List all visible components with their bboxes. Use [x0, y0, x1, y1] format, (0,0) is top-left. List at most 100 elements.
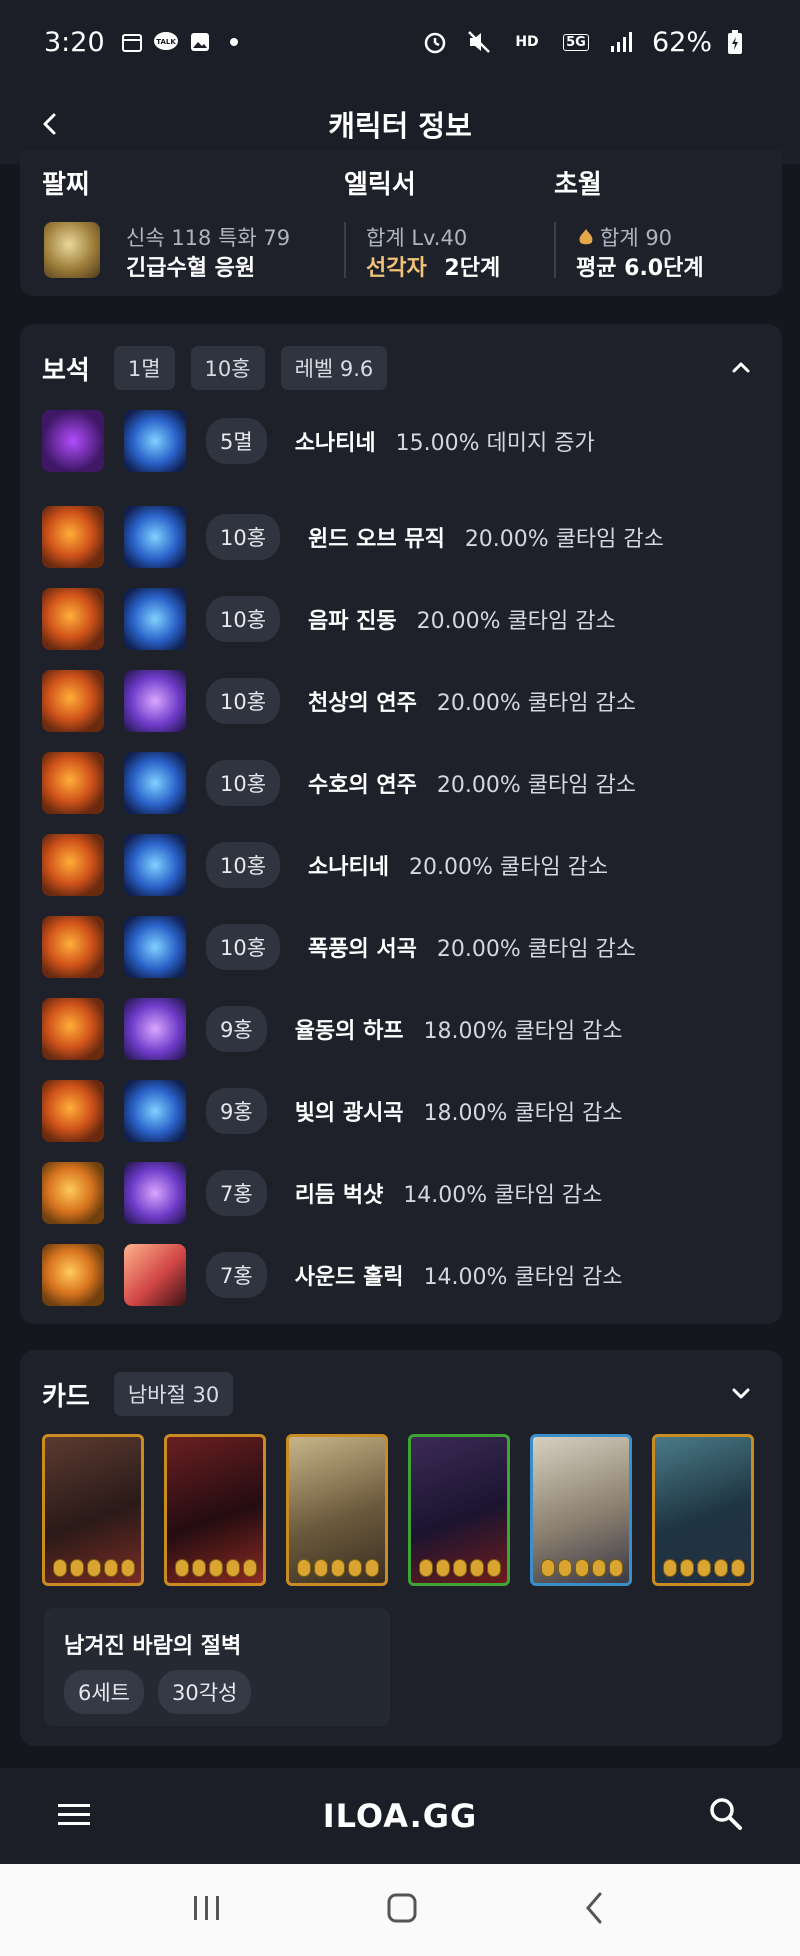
gem-skill-name: 폭풍의 서곡 [308, 937, 417, 962]
battery-percent: 62% [651, 26, 712, 58]
gem-effect: 14.00% 쿨타임 감소 [403, 1183, 603, 1208]
gem-skill-name: 윈드 오브 뮤직 [308, 527, 445, 552]
cooldown-gem-icon [42, 670, 104, 732]
cooldown-gem-icon [42, 1080, 104, 1142]
gem-row[interactable]: 10홍 음파 진동 20.00% 쿨타임 감소 [42, 588, 616, 650]
tarot-card[interactable] [408, 1434, 510, 1586]
gem-row[interactable]: 5멸 소나티네 15.00% 데미지 증가 [42, 410, 595, 472]
recent-apps-button[interactable] [190, 1893, 224, 1927]
gem-level-chip: 7홍 [206, 1170, 267, 1216]
cooldown-gem-icon [42, 506, 104, 568]
equipment-summary-card: 팔찌 엘릭서 초월 신속 118 특화 79 긴급수혈 응원 합계 Lv.40 … [20, 150, 782, 296]
skill-icon [124, 670, 186, 732]
awaken-pip [731, 1559, 745, 1577]
search-button[interactable] [706, 1794, 746, 1834]
battery-icon [722, 29, 748, 55]
gem-level-chip: 10홍 [206, 842, 281, 888]
chevron-down-icon [732, 1388, 750, 1399]
awaken-pip [558, 1559, 572, 1577]
home-icon [387, 1893, 417, 1923]
awaken-pip [575, 1559, 589, 1577]
back-button[interactable] [30, 104, 70, 144]
awaken-pip [453, 1559, 467, 1577]
gem-row[interactable]: 7홍 리듬 벅샷 14.00% 쿨타임 감소 [42, 1162, 602, 1224]
skill-icon [124, 506, 186, 568]
awaken-pip [697, 1559, 711, 1577]
skill-icon [124, 1162, 186, 1224]
gem-row[interactable]: 7홍 사운드 홀릭 14.00% 쿨타임 감소 [42, 1244, 623, 1306]
cooldown-gem-icon [42, 998, 104, 1060]
awaken-pip [663, 1559, 677, 1577]
tarot-card[interactable] [286, 1434, 388, 1586]
tarot-card[interactable] [652, 1434, 754, 1586]
gem-level-chip: 10홍 [206, 514, 281, 560]
gem-level-chip: 10홍 [206, 760, 281, 806]
search-icon [710, 1798, 742, 1830]
gem-skill-name: 리듬 벅샷 [294, 1183, 384, 1208]
skill-icon [124, 1244, 186, 1306]
collapse-button[interactable] [726, 352, 756, 382]
page-title: 캐릭터 정보 [328, 109, 472, 143]
gem-row[interactable]: 9홍 율동의 하프 18.00% 쿨타임 감소 [42, 998, 623, 1060]
status-bar: 3:20 TALK HD 5G 62% [0, 0, 800, 84]
gem-skill-name: 소나티네 [308, 855, 390, 880]
bracelet-effects: 긴급수혈 응원 [126, 256, 256, 281]
gem-skill-name: 율동의 하프 [294, 1019, 404, 1044]
awaken-pip [226, 1559, 240, 1577]
gem-row[interactable]: 10홍 천상의 연주 20.00% 쿨타임 감소 [42, 670, 636, 732]
skill-icon [124, 410, 186, 472]
gem-level-chip: 9홍 [206, 1006, 267, 1052]
awaken-pip [714, 1559, 728, 1577]
card-section-title: 카드 [42, 1381, 90, 1412]
transcend-average: 평균 6.0단계 [576, 256, 704, 281]
gem-row[interactable]: 10홍 윈드 오브 뮤직 20.00% 쿨타임 감소 [42, 506, 664, 568]
cooldown-gem-icon [42, 916, 104, 978]
gem-skill-name: 사운드 홀릭 [294, 1265, 404, 1290]
gem-level-chip: 10홍 [206, 678, 281, 724]
awaken-pip [104, 1559, 118, 1577]
elixir-set-name: 선각자 [366, 256, 427, 281]
gem-level-chip: 7홍 [206, 1252, 267, 1298]
gem-effect: 20.00% 쿨타임 감소 [436, 773, 636, 798]
awaken-pip [297, 1559, 311, 1577]
gem-effect: 14.00% 쿨타임 감소 [423, 1265, 623, 1290]
skill-icon [124, 834, 186, 896]
gem-effect: 20.00% 쿨타임 감소 [436, 691, 636, 716]
cooldown-gem-icon [42, 752, 104, 814]
home-button[interactable] [385, 1891, 419, 1929]
tarot-card[interactable] [164, 1434, 266, 1586]
card-list [42, 1434, 754, 1586]
gem-skill-name: 빛의 광시곡 [294, 1101, 404, 1126]
awaken-pip [541, 1559, 555, 1577]
awaken-pip [192, 1559, 206, 1577]
gem-section: 보석 1멸 10홍 레벨 9.6 5멸 소나티네 15.00% 데미지 증가 10홍 윈… [20, 324, 782, 1324]
tarot-card[interactable] [530, 1434, 632, 1586]
bracelet-icon [44, 222, 100, 278]
awaken-pip [365, 1559, 379, 1577]
tarot-card[interactable] [42, 1434, 144, 1586]
svg-text:TALK: TALK [156, 38, 176, 46]
site-logo[interactable]: ILOA.GG [323, 1797, 478, 1835]
gem-level-chip: 9홍 [206, 1088, 267, 1134]
gem-row[interactable]: 9홍 빛의 광시곡 18.00% 쿨타임 감소 [42, 1080, 623, 1142]
transcend-flame-icon [579, 229, 593, 245]
gem-effect: 20.00% 쿨타임 감소 [416, 609, 616, 634]
gem-row[interactable]: 10홍 수호의 연주 20.00% 쿨타임 감소 [42, 752, 636, 814]
dot-icon [221, 29, 247, 55]
gem-row[interactable]: 10홍 폭풍의 서곡 20.00% 쿨타임 감소 [42, 916, 636, 978]
damage-gem-icon [42, 410, 104, 472]
gem-effect: 20.00% 쿨타임 감소 [464, 527, 664, 552]
gem-skill-name: 천상의 연주 [308, 691, 417, 716]
gem-row[interactable]: 10홍 소나티네 20.00% 쿨타임 감소 [42, 834, 608, 896]
awaken-pip [209, 1559, 223, 1577]
awaken-pip [436, 1559, 450, 1577]
awaken-pip [121, 1559, 135, 1577]
system-nav-bar [0, 1864, 800, 1956]
card-set-name: 남겨진 바람의 절벽 [64, 1634, 242, 1659]
system-back-button[interactable] [580, 1891, 610, 1929]
menu-button[interactable] [56, 1800, 92, 1830]
awaken-pip [419, 1559, 433, 1577]
gem-section-title: 보석 [42, 355, 90, 386]
awaken-pip [175, 1559, 189, 1577]
expand-button[interactable] [726, 1378, 756, 1408]
